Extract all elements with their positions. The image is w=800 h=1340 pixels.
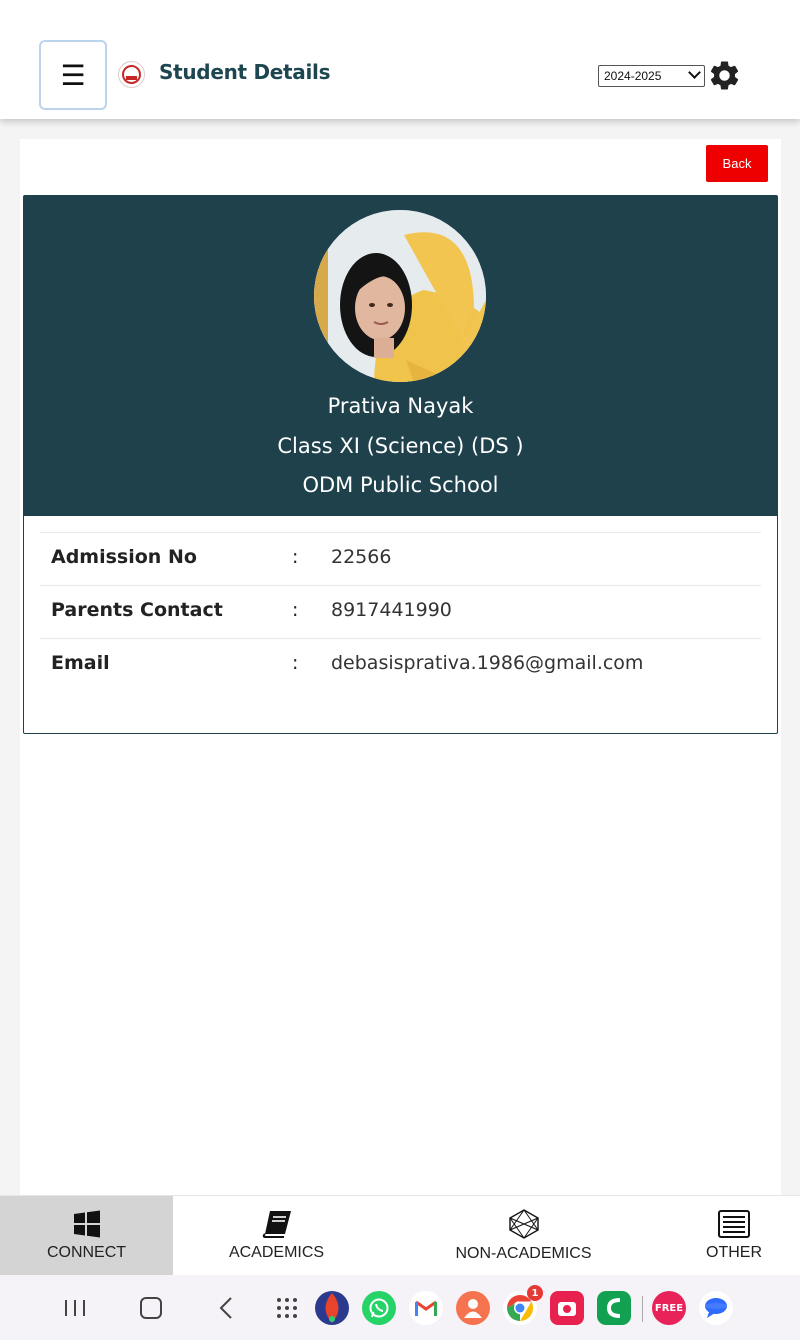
student-info-table: Admission No : 22566 Parents Contact : 8…: [40, 532, 761, 691]
app-header: ☰ Student Details 2024-2025: [0, 0, 800, 119]
app-drawer-icon[interactable]: [272, 1275, 302, 1340]
info-row-email: Email : debasisprativa.1986@gmail.com: [40, 638, 761, 691]
chrome-icon[interactable]: 1: [503, 1285, 543, 1325]
home-icon[interactable]: [136, 1275, 166, 1340]
whatsapp-icon[interactable]: [362, 1291, 396, 1325]
parents-contact-value: 8917441990: [331, 599, 452, 621]
student-school: ODM Public School: [302, 473, 499, 497]
admission-label: Admission No: [51, 546, 197, 568]
academic-year-value: 2024-2025: [604, 69, 662, 83]
nav-connect-label: CONNECT: [46, 1244, 127, 1261]
page-title: Student Details: [159, 60, 331, 84]
gmail-icon[interactable]: [409, 1291, 443, 1325]
messages-icon[interactable]: [699, 1291, 733, 1325]
chevron-down-icon: [688, 66, 701, 79]
email-label: Email: [51, 652, 110, 674]
recent-apps-icon[interactable]: [60, 1275, 90, 1340]
back-nav-icon[interactable]: [212, 1275, 242, 1340]
info-row-admission: Admission No : 22566: [40, 532, 761, 585]
student-name: Prativa Nayak: [327, 394, 474, 418]
nav-other-label: OTHER: [706, 1244, 762, 1261]
bottom-nav: CONNECT ACADEMICS NON-ACADEMICS OTHER: [0, 1195, 800, 1276]
separator: :: [292, 599, 299, 621]
nav-non-academics[interactable]: NON-ACADEMICS: [437, 1196, 610, 1276]
student-photo: [314, 210, 486, 382]
camera-app-icon[interactable]: [550, 1291, 584, 1325]
info-row-parents-contact: Parents Contact : 8917441990: [40, 585, 761, 638]
phone-app-icon[interactable]: [597, 1291, 631, 1325]
hamburger-icon: ☰: [60, 58, 86, 92]
nav-connect[interactable]: CONNECT: [0, 1196, 173, 1276]
student-profile-card: Prativa Nayak Class XI (Science) (DS ) O…: [23, 195, 778, 734]
parents-contact-label: Parents Contact: [51, 599, 223, 621]
back-button[interactable]: Back: [706, 145, 768, 182]
gear-icon[interactable]: [707, 58, 742, 93]
content-panel: Back Prativa Nayak Class XI (Science) (D…: [20, 139, 781, 1195]
admission-value: 22566: [331, 546, 392, 568]
academic-year-select[interactable]: 2024-2025: [598, 65, 705, 87]
profile-banner: Prativa Nayak Class XI (Science) (DS ) O…: [24, 196, 777, 516]
student-class: Class XI (Science) (DS ): [277, 434, 524, 458]
dock-divider: [642, 1296, 643, 1322]
chrome-notification-badge: 1: [527, 1285, 543, 1301]
book-icon: [262, 1211, 291, 1238]
app-launcher-icon[interactable]: [315, 1291, 349, 1325]
separator: :: [292, 652, 299, 674]
nav-academics[interactable]: ACADEMICS: [190, 1196, 363, 1276]
nav-academics-label: ACADEMICS: [228, 1244, 325, 1261]
contacts-icon[interactable]: [456, 1291, 490, 1325]
email-value: debasisprativa.1986@gmail.com: [331, 652, 644, 674]
windows-icon: [73, 1210, 100, 1238]
nav-other[interactable]: OTHER: [668, 1196, 800, 1276]
menu-button[interactable]: ☰: [39, 40, 107, 110]
free-app-label: FREE: [654, 1302, 684, 1314]
network-icon: [508, 1209, 539, 1239]
school-logo: [118, 61, 145, 88]
list-icon: [718, 1210, 750, 1238]
nav-non-academics-label: NON-ACADEMICS: [455, 1245, 592, 1262]
separator: :: [292, 546, 299, 568]
free-app-icon[interactable]: FREE: [652, 1291, 686, 1325]
